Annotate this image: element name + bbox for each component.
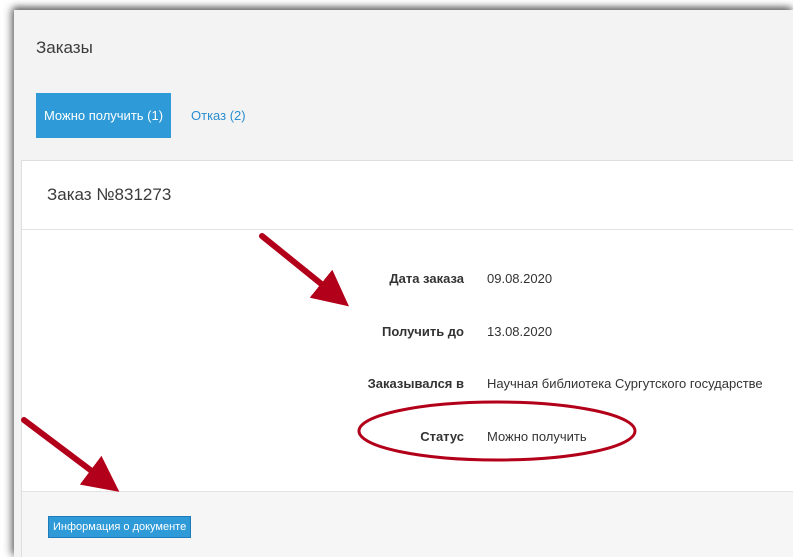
tab-refusal[interactable]: Отказ (2): [171, 93, 262, 138]
order-card: Заказ №831273 Дата заказа 09.08.2020 Пол…: [21, 160, 793, 557]
receive-until-row: Получить до 13.08.2020: [22, 324, 793, 344]
order-card-footer: Информация о документе: [22, 491, 793, 557]
order-date-row: Дата заказа 09.08.2020: [22, 271, 793, 291]
receive-until-value: 13.08.2020: [487, 324, 553, 339]
tab-can-receive[interactable]: Можно получить (1): [36, 93, 171, 138]
orders-panel: Заказы Можно получить (1) Отказ (2) Зака…: [14, 10, 793, 557]
order-tabs: Можно получить (1) Отказ (2): [36, 93, 262, 138]
order-title: Заказ №831273: [22, 161, 793, 230]
status-label: Статус: [420, 429, 464, 444]
ordered-at-row: Заказывался в Научная библиотека Сургутс…: [22, 376, 793, 396]
document-info-button[interactable]: Информация о документе: [48, 516, 192, 538]
receive-until-label: Получить до: [382, 324, 464, 339]
page-title: Заказы: [36, 38, 93, 57]
status-row: Статус Можно получить: [22, 429, 793, 449]
order-date-value: 09.08.2020: [487, 271, 553, 286]
status-value: Можно получить: [487, 429, 587, 444]
order-date-label: Дата заказа: [389, 271, 464, 286]
ordered-at-label: Заказывался в: [367, 376, 464, 391]
ordered-at-value: Научная библиотека Сургутского государст…: [487, 376, 763, 391]
